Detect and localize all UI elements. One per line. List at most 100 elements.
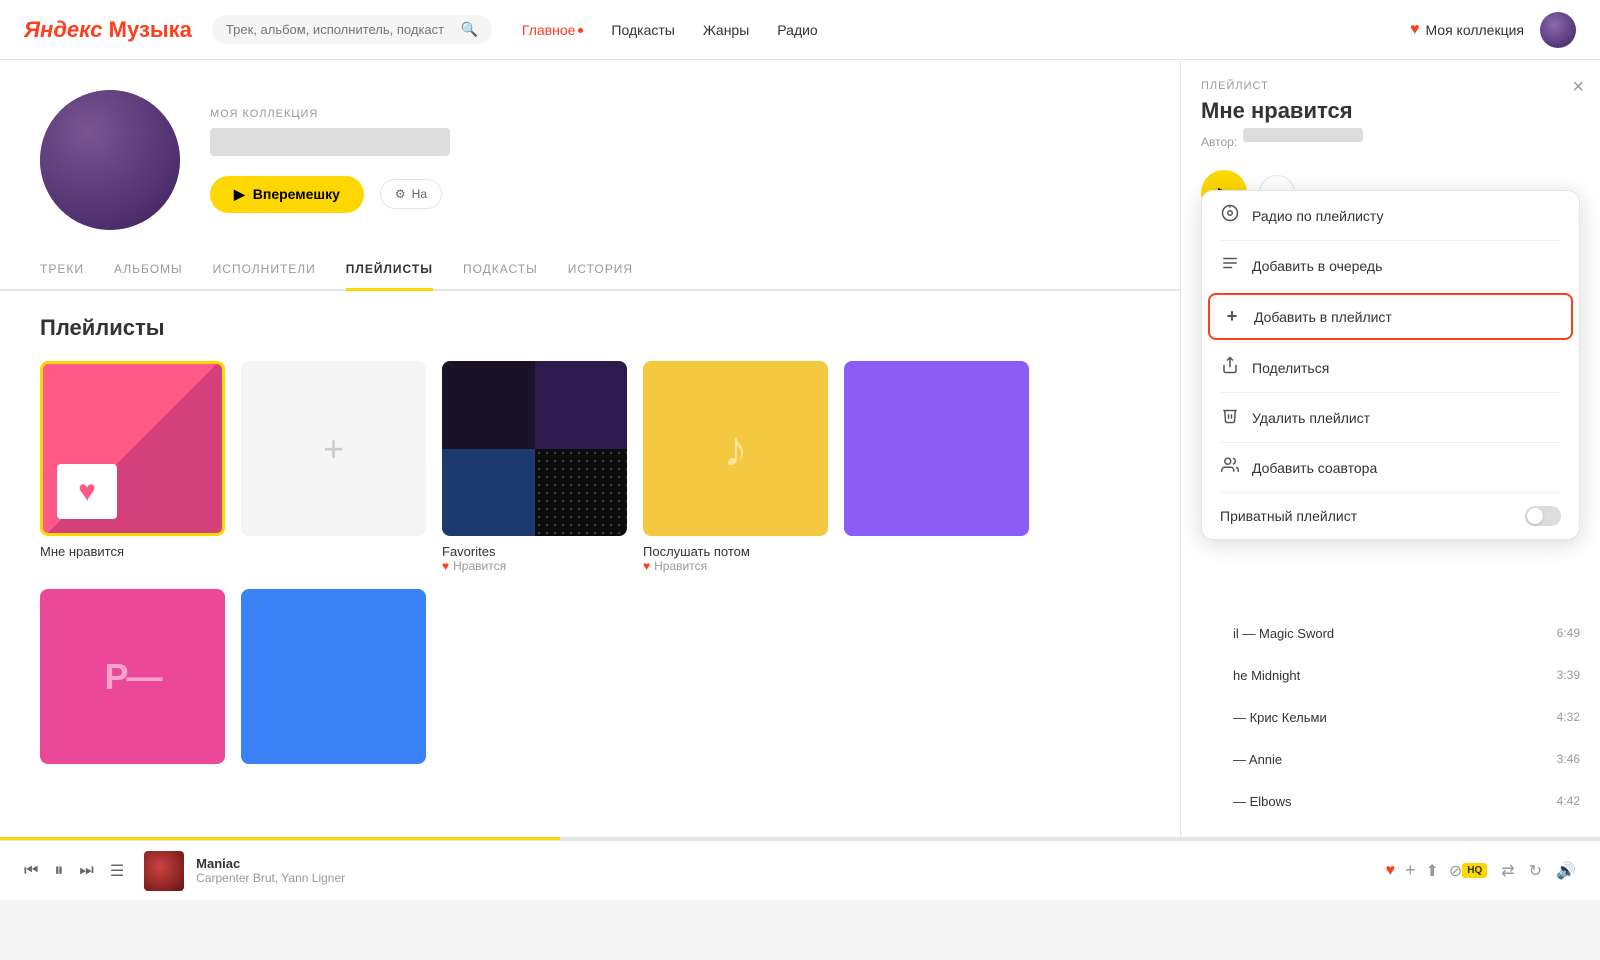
left-area: МОЯ КОЛЛЕКЦИЯ ▶ Вперемешку ⚙ На ТРЕКИ АЛ… bbox=[0, 60, 1180, 840]
player-shuffle-button[interactable]: ⇄ bbox=[1501, 861, 1514, 881]
track-name: — Annie bbox=[1233, 752, 1545, 767]
user-avatar[interactable] bbox=[1540, 12, 1576, 48]
delete-icon bbox=[1220, 406, 1240, 429]
tab-tracks[interactable]: ТРЕКИ bbox=[40, 250, 84, 291]
menu-item-radio[interactable]: Радио по плейлисту bbox=[1202, 191, 1579, 240]
player-volume-button[interactable]: 🔊 bbox=[1556, 861, 1576, 881]
logo-music: Музыка bbox=[109, 17, 192, 42]
tab-albums[interactable]: АЛЬБОМЫ bbox=[114, 250, 183, 291]
playlist-thumb-послушать: ♪ bbox=[643, 361, 828, 536]
context-menu: Радио по плейлисту Добавить в очередь + … bbox=[1201, 190, 1580, 540]
profile-name-blurred bbox=[210, 128, 450, 156]
menu-item-add-playlist[interactable]: + Добавить в плейлист bbox=[1208, 293, 1573, 340]
track-info: — Крис Кельми bbox=[1233, 710, 1545, 725]
profile-header: МОЯ КОЛЛЕКЦИЯ ▶ Вперемешку ⚙ На bbox=[0, 60, 1180, 250]
player-controls: ⏮ ⏸ ⏭ ☰ bbox=[24, 860, 124, 881]
menu-item-share[interactable]: Поделиться bbox=[1202, 343, 1579, 392]
settings-button[interactable]: ⚙ На bbox=[380, 179, 442, 209]
playlist-thumb-blue bbox=[241, 589, 426, 764]
player-prev-prev-button[interactable]: ⏮ bbox=[24, 862, 38, 880]
tab-artists[interactable]: ИСПОЛНИТЕЛИ bbox=[213, 250, 316, 291]
track-duration: 3:39 bbox=[1557, 668, 1580, 682]
blue-artwork bbox=[241, 589, 426, 764]
track-row[interactable]: — Annie 3:46 bbox=[1181, 738, 1600, 780]
menu-add-playlist-label: Добавить в плейлист bbox=[1254, 309, 1392, 325]
header: Яндекс Музыка 🔍 Главное Подкасты Жанры Р… bbox=[0, 0, 1600, 60]
playlist-card-pink[interactable]: P— bbox=[40, 589, 225, 772]
menu-item-private[interactable]: Приватный плейлист bbox=[1202, 493, 1579, 539]
track-duration: 6:49 bbox=[1557, 626, 1580, 640]
track-duration: 4:42 bbox=[1557, 794, 1580, 808]
main-content: МОЯ КОЛЛЕКЦИЯ ▶ Вперемешку ⚙ На ТРЕКИ АЛ… bbox=[0, 60, 1600, 840]
player-dislike-button[interactable]: ⊘ bbox=[1449, 861, 1462, 881]
search-bar[interactable]: 🔍 bbox=[212, 15, 492, 44]
player-track-image bbox=[144, 851, 184, 891]
track-row[interactable]: — Крис Кельми 4:32 bbox=[1181, 696, 1600, 738]
nav-radio[interactable]: Радио bbox=[777, 22, 817, 38]
author-blurred bbox=[1243, 128, 1363, 142]
panel-close-button[interactable]: × bbox=[1572, 76, 1584, 99]
logo[interactable]: Яндекс Музыка bbox=[24, 17, 192, 43]
search-icon: 🔍 bbox=[460, 21, 477, 38]
liked-heart-icon bbox=[57, 464, 117, 519]
track-row[interactable]: — Elbows 4:42 bbox=[1181, 780, 1600, 822]
author-label: Автор: bbox=[1201, 135, 1237, 149]
search-input[interactable] bbox=[226, 22, 461, 37]
player-share-button[interactable]: ⬆ bbox=[1425, 861, 1438, 881]
menu-item-coauthor[interactable]: Добавить соавтора bbox=[1202, 443, 1579, 492]
послушать-artwork: ♪ bbox=[643, 361, 828, 536]
fav-q1 bbox=[442, 361, 535, 449]
gear-icon: ⚙ bbox=[395, 187, 406, 201]
track-row[interactable]: he Midnight 3:39 bbox=[1181, 654, 1600, 696]
tab-podcasts[interactable]: ПОДКАСТЫ bbox=[463, 250, 538, 291]
right-panel: ПЛЕЙЛИСТ Мне нравится Автор: ▶ ··· × Рад… bbox=[1180, 60, 1600, 840]
track-row[interactable]: il — Magic Sword 6:49 bbox=[1181, 612, 1600, 654]
heart-icon: ♥ bbox=[1410, 21, 1420, 39]
logo-yandex: Яндекс bbox=[24, 17, 103, 42]
track-info: — Elbows bbox=[1233, 794, 1545, 809]
nav-podcasts[interactable]: Подкасты bbox=[611, 22, 674, 38]
playlist-card-послушать[interactable]: ♪ Послушать потом ♥ Нравится bbox=[643, 361, 828, 573]
nav: Главное Подкасты Жанры Радио bbox=[522, 22, 1410, 38]
bottom-player: ⏮ ⏸ ⏭ ☰ Maniac Carpenter Brut, Yann Lign… bbox=[0, 840, 1600, 900]
menu-radio-label: Радио по плейлисту bbox=[1252, 208, 1384, 224]
player-right: HQ ⇄ ↻ 🔊 bbox=[1462, 861, 1576, 881]
section-title: Плейлисты bbox=[40, 315, 1140, 341]
track-info: il — Magic Sword bbox=[1233, 626, 1545, 641]
player-queue-button[interactable]: ☰ bbox=[110, 861, 124, 881]
private-toggle[interactable] bbox=[1525, 506, 1561, 526]
playlist-thumb-pink: P— bbox=[40, 589, 225, 764]
track-name: he Midnight bbox=[1233, 668, 1545, 683]
playlist-thumb-add: + bbox=[241, 361, 426, 536]
player-heart-button[interactable]: ♥ bbox=[1385, 862, 1395, 880]
my-collection-link[interactable]: ♥ Моя коллекция bbox=[1410, 21, 1524, 39]
nav-genres[interactable]: Жанры bbox=[703, 22, 749, 38]
playlist-name-favorites: Favorites bbox=[442, 544, 627, 559]
player-next-button[interactable]: ⏭ bbox=[79, 862, 93, 880]
hq-badge: HQ bbox=[1462, 863, 1487, 878]
shuffle-button[interactable]: ▶ Вперемешку bbox=[210, 176, 364, 213]
track-duration: 3:46 bbox=[1557, 752, 1580, 766]
playlist-thumb-purple bbox=[844, 361, 1029, 536]
profile-tabs: ТРЕКИ АЛЬБОМЫ ИСПОЛНИТЕЛИ ПЛЕЙЛИСТЫ ПОДК… bbox=[0, 250, 1180, 291]
playlist-card-favorites[interactable]: Favorites ♥ Нравится bbox=[442, 361, 627, 573]
playlist-card-purple[interactable] bbox=[844, 361, 1029, 573]
player-pause-button[interactable]: ⏸ bbox=[54, 860, 63, 881]
nav-main[interactable]: Главное bbox=[522, 22, 584, 38]
player-repeat-button[interactable]: ↻ bbox=[1529, 861, 1542, 881]
playlists-section: Плейлисты Мне нравится + bbox=[0, 291, 1180, 796]
tab-history[interactable]: ИСТОРИЯ bbox=[568, 250, 633, 291]
menu-item-queue[interactable]: Добавить в очередь bbox=[1202, 241, 1579, 290]
pink-text: P— bbox=[104, 656, 160, 698]
playlist-card-add[interactable]: + bbox=[241, 361, 426, 573]
player-add-button[interactable]: + bbox=[1405, 860, 1416, 881]
pink-artwork: P— bbox=[40, 589, 225, 764]
menu-item-delete[interactable]: Удалить плейлист bbox=[1202, 393, 1579, 442]
player-actions: ♥ + ⬆ ⊘ bbox=[1385, 860, 1462, 881]
track-name: — Крис Кельми bbox=[1233, 710, 1545, 725]
playlist-name-послушать: Послушать потом bbox=[643, 544, 828, 559]
playlist-card-blue[interactable] bbox=[241, 589, 426, 772]
tab-playlists[interactable]: ПЛЕЙЛИСТЫ bbox=[346, 250, 433, 291]
heart-sub-icon2: ♥ bbox=[643, 559, 650, 573]
playlist-card-liked[interactable]: Мне нравится bbox=[40, 361, 225, 573]
